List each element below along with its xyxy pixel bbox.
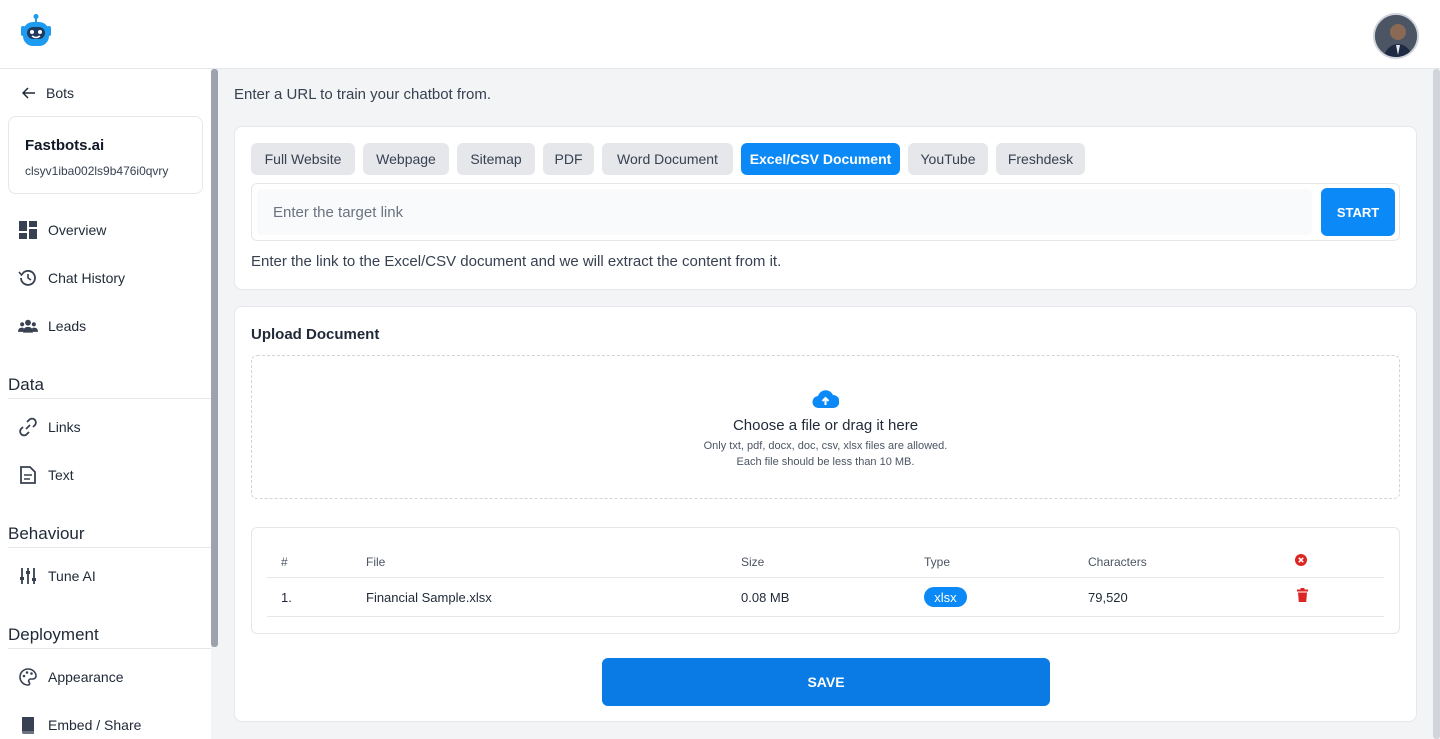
- grid-icon: [19, 221, 37, 239]
- column-header-file: File: [366, 555, 386, 569]
- sidebar-item-embed-share[interactable]: Embed / Share: [18, 714, 141, 736]
- tab-webpage[interactable]: Webpage: [363, 143, 449, 175]
- sidebar-item-label: Tune AI: [48, 568, 96, 584]
- row-file-size: 0.08 MB: [741, 590, 790, 605]
- file-type-badge: xlsx: [924, 587, 967, 607]
- document-icon: [20, 466, 36, 484]
- sidebar-item-leads[interactable]: Leads: [18, 315, 86, 337]
- sidebar-item-label: Links: [48, 419, 81, 435]
- top-bar: [0, 0, 1440, 69]
- sidebar-item-tune-ai[interactable]: Tune AI: [18, 565, 96, 587]
- row-file-name: Financial Sample.xlsx: [366, 590, 492, 605]
- trash-icon[interactable]: [1297, 588, 1308, 607]
- sidebar-item-label: Leads: [48, 318, 87, 334]
- tab-word-document[interactable]: Word Document: [602, 143, 733, 175]
- tab-full-website[interactable]: Full Website: [251, 143, 355, 175]
- section-title-deployment: Deployment: [8, 625, 99, 644]
- upload-title: Upload Document: [251, 326, 380, 343]
- users-icon: [18, 319, 38, 333]
- sidebar-scrollbar-thumb[interactable]: [211, 69, 218, 647]
- section-divider: [8, 547, 211, 548]
- column-header-number: #: [281, 555, 288, 569]
- section-divider: [8, 398, 211, 399]
- bot-name: Fastbots.ai: [25, 137, 105, 154]
- user-avatar[interactable]: [1373, 13, 1419, 59]
- save-button[interactable]: SAVE: [602, 658, 1050, 706]
- column-header-type: Type: [924, 555, 951, 569]
- section-title-behaviour: Behaviour: [8, 524, 85, 543]
- table-row-divider: [267, 616, 1384, 617]
- sidebar-item-text[interactable]: Text: [18, 464, 74, 486]
- start-button[interactable]: START: [1321, 188, 1395, 236]
- section-divider: [8, 648, 211, 649]
- dropzone-size-limit: Each file should be less than 10 MB.: [736, 456, 915, 468]
- tab-excel-csv-document[interactable]: Excel/CSV Document: [741, 143, 900, 175]
- section-title-data: Data: [8, 375, 44, 394]
- dropzone-allowed-types: Only txt, pdf, docx, doc, csv, xlsx file…: [703, 440, 948, 452]
- bot-card[interactable]: Fastbots.ai clsyv1iba002ls9b476i0qvry: [8, 116, 203, 194]
- url-hint-text: Enter the link to the Excel/CSV document…: [251, 253, 782, 270]
- sidebar-item-label: Appearance: [48, 669, 124, 685]
- sidebar-item-chat-history[interactable]: Chat History: [18, 267, 125, 289]
- files-table: [251, 527, 1400, 634]
- sidebar-item-label: Text: [48, 467, 74, 483]
- sidebar-item-links[interactable]: Links: [18, 416, 81, 438]
- sliders-icon: [20, 568, 36, 584]
- main-scrollbar-thumb[interactable]: [1433, 69, 1440, 739]
- tab-freshdesk[interactable]: Freshdesk: [996, 143, 1085, 175]
- tab-sitemap[interactable]: Sitemap: [457, 143, 535, 175]
- back-label: Bots: [46, 85, 75, 101]
- robot-logo-icon[interactable]: [18, 13, 54, 49]
- tab-pdf[interactable]: PDF: [543, 143, 594, 175]
- column-header-characters: Characters: [1088, 555, 1147, 569]
- table-header-divider: [267, 577, 1384, 578]
- history-icon: [18, 270, 36, 286]
- book-icon: [22, 717, 34, 735]
- clear-all-icon[interactable]: [1295, 553, 1307, 571]
- palette-icon: [19, 668, 37, 686]
- row-characters: 79,520: [1088, 590, 1128, 605]
- sidebar-item-appearance[interactable]: Appearance: [18, 666, 124, 688]
- cloud-upload-icon: [812, 388, 840, 410]
- tab-youtube[interactable]: YouTube: [908, 143, 988, 175]
- sidebar-item-overview[interactable]: Overview: [18, 219, 106, 241]
- row-number: 1.: [281, 590, 292, 605]
- sidebar-item-label: Chat History: [48, 270, 126, 286]
- column-header-size: Size: [741, 555, 765, 569]
- link-icon: [19, 417, 37, 437]
- sidebar-item-label: Overview: [48, 222, 107, 238]
- dropzone-main-text: Choose a file or drag it here: [732, 417, 919, 434]
- back-to-bots-link[interactable]: Bots: [22, 84, 74, 102]
- sidebar-item-label: Embed / Share: [48, 717, 142, 733]
- page-intro: Enter a URL to train your chatbot from.: [234, 86, 492, 103]
- arrow-left-icon: [22, 87, 35, 99]
- target-link-input[interactable]: [257, 189, 1312, 235]
- bot-id: clsyv1iba002ls9b476i0qvry: [25, 164, 169, 178]
